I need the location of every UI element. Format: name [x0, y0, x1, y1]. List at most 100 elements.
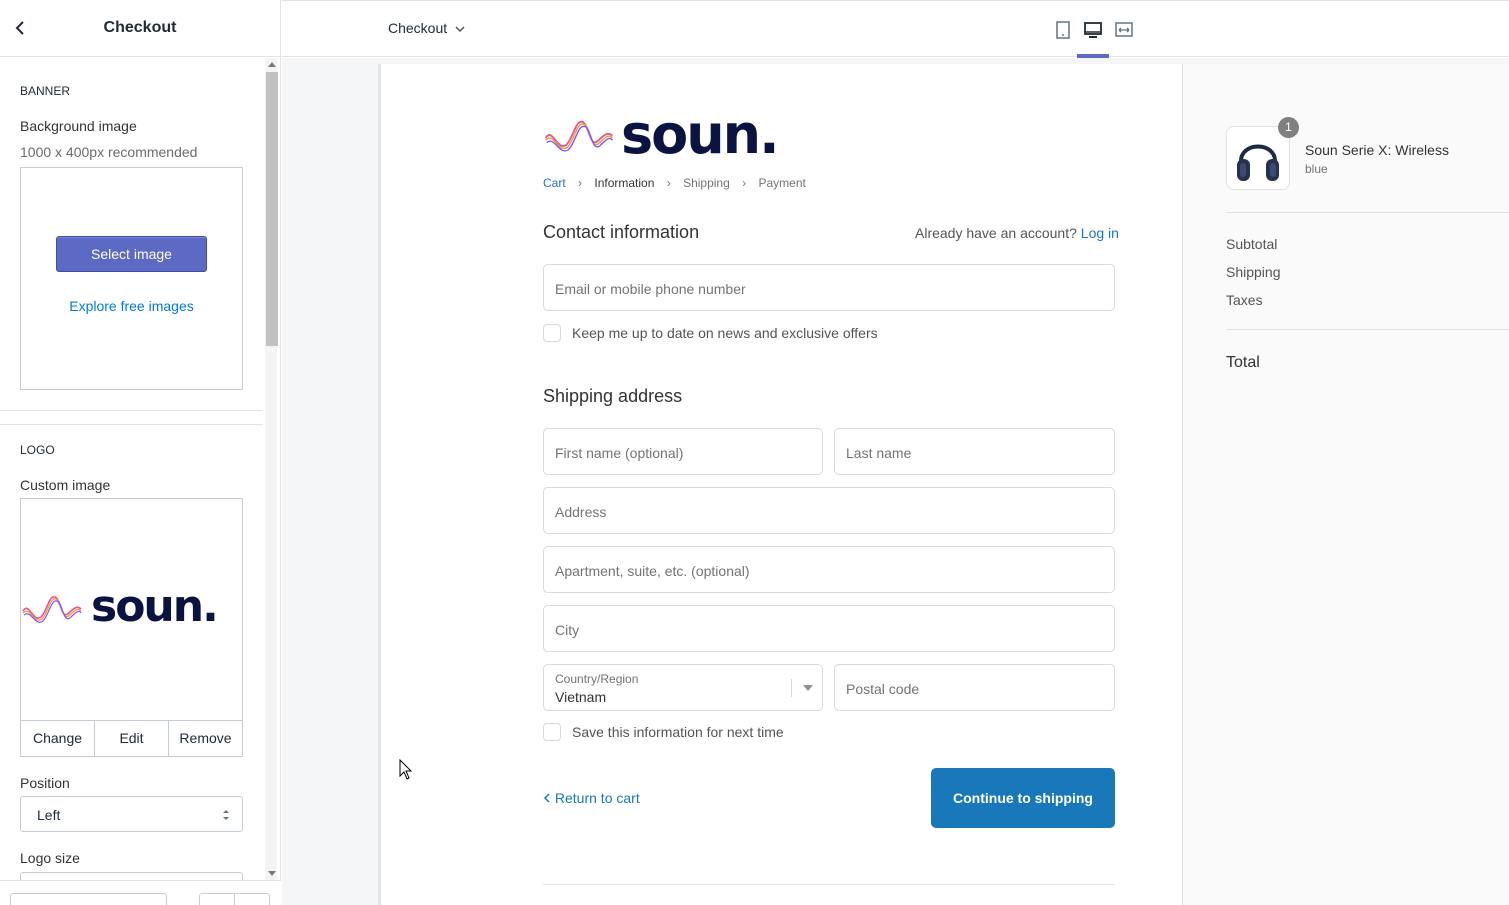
postal-code-field[interactable]: Postal code — [834, 664, 1115, 711]
return-to-cart-link[interactable]: Return to cart — [543, 790, 640, 806]
postal-code-placeholder: Postal code — [846, 681, 920, 697]
sidebar-scrollbar[interactable] — [265, 58, 278, 880]
product-thumbnail — [1226, 126, 1290, 190]
background-image-label: Background image — [20, 118, 137, 134]
sidebar-header: Checkout — [0, 0, 280, 57]
summary-divider — [1226, 329, 1509, 330]
chevron-down-icon — [455, 26, 465, 33]
page-select-dropdown[interactable]: Checkout — [388, 20, 465, 36]
undo-button[interactable] — [199, 893, 235, 905]
login-link[interactable]: Log in — [1081, 225, 1119, 241]
country-label: Country/Region — [555, 672, 639, 686]
section-divider — [0, 424, 263, 425]
logo-wordmark: soun. — [91, 581, 219, 632]
position-select-value: Left — [37, 807, 61, 823]
chevron-left-icon — [543, 793, 550, 803]
shipping-label: Shipping — [1226, 264, 1281, 280]
first-name-field[interactable]: First name (optional) — [543, 428, 823, 475]
chevron-right-icon: › — [742, 176, 747, 190]
subtotal-label: Subtotal — [1226, 236, 1278, 252]
save-info-checkbox[interactable] — [543, 723, 561, 741]
sidebar-footer — [0, 880, 281, 905]
newsletter-checkbox[interactable] — [543, 324, 561, 342]
explore-free-images-link[interactable]: Explore free images — [21, 298, 242, 314]
checkout-preview: soun. Cart › Information › Shipping › Pa… — [282, 58, 1509, 905]
select-separator — [791, 679, 792, 697]
email-field[interactable]: Email or mobile phone number — [543, 264, 1115, 311]
chevron-right-icon: › — [666, 176, 671, 190]
taxes-label: Taxes — [1226, 292, 1263, 308]
mouse-cursor-icon — [399, 759, 413, 780]
summary-divider — [1226, 212, 1509, 213]
first-name-placeholder: First name (optional) — [555, 445, 684, 461]
page-select-label: Checkout — [388, 20, 448, 36]
address-field[interactable]: Address — [543, 487, 1115, 534]
position-label: Position — [20, 775, 70, 791]
soun-logo: soun. — [21, 581, 243, 633]
desktop-view-icon[interactable] — [1082, 19, 1104, 41]
shipping-heading: Shipping address — [543, 386, 683, 406]
scrollbar-thumb[interactable] — [266, 72, 278, 346]
account-prompt: Already have an account? Log in — [915, 225, 1119, 241]
store-logo[interactable]: soun. — [543, 103, 798, 166]
last-name-field[interactable]: Last name — [834, 428, 1115, 475]
background-image-hint: 1000 x 400px recommended — [20, 144, 198, 160]
logo-size-select[interactable] — [20, 872, 243, 880]
breadcrumb-shipping: Shipping — [683, 176, 730, 190]
logo-wordmark: soun. — [621, 103, 780, 166]
product-variant: blue — [1305, 162, 1328, 176]
mobile-view-icon[interactable] — [1052, 19, 1074, 41]
logo-image-preview: soun. Change Edit Remove — [20, 498, 243, 757]
scroll-up-arrow-icon[interactable] — [268, 62, 276, 67]
apartment-placeholder: Apartment, suite, etc. (optional) — [555, 563, 750, 579]
theme-editor-sidebar: Checkout BANNER Background image 1000 x … — [0, 0, 281, 905]
contact-heading: Contact information — [543, 222, 700, 242]
logo-size-label: Logo size — [20, 850, 80, 866]
city-field[interactable]: City — [543, 605, 1115, 652]
return-to-cart-label: Return to cart — [554, 790, 640, 806]
breadcrumb-information: Information — [594, 176, 655, 190]
edit-logo-button[interactable]: Edit — [95, 721, 169, 756]
logo-image-actions: Change Edit Remove — [21, 720, 242, 756]
country-value: Vietnam — [555, 689, 607, 705]
order-summary: 1 Soun Serie X: Wireless blue Subtotal S… — [1182, 64, 1509, 905]
quantity-badge: 1 — [1278, 117, 1299, 138]
banner-section-title: BANNER — [20, 84, 71, 98]
background-image-dropzone: Select image Explore free images — [20, 167, 243, 390]
soun-wave-icon — [544, 120, 613, 152]
chevron-right-icon: › — [578, 176, 583, 190]
address-placeholder: Address — [555, 504, 607, 520]
email-placeholder: Email or mobile phone number — [555, 281, 746, 297]
save-info-label: Save this information for next time — [572, 724, 784, 740]
apartment-field[interactable]: Apartment, suite, etc. (optional) — [543, 546, 1115, 593]
city-placeholder: City — [555, 622, 580, 638]
checkout-main: soun. Cart › Information › Shipping › Pa… — [381, 64, 1182, 905]
newsletter-label: Keep me up to date on news and exclusive… — [572, 325, 878, 341]
breadcrumb-cart[interactable]: Cart — [543, 176, 566, 190]
remove-logo-button[interactable]: Remove — [169, 721, 242, 756]
select-arrows-icon — [223, 810, 229, 820]
soun-wave-icon — [22, 596, 82, 623]
breadcrumb-payment: Payment — [758, 176, 806, 190]
footer-action-button[interactable] — [10, 893, 167, 905]
continue-to-shipping-button[interactable]: Continue to shipping — [931, 768, 1115, 828]
select-image-button[interactable]: Select image — [56, 236, 207, 272]
preview-frame: soun. Cart › Information › Shipping › Pa… — [378, 64, 1509, 905]
last-name-placeholder: Last name — [846, 445, 912, 461]
change-logo-button[interactable]: Change — [21, 721, 95, 756]
country-select[interactable]: Country/Region Vietnam — [543, 664, 823, 711]
headphones-icon — [1237, 144, 1279, 181]
custom-image-label: Custom image — [20, 477, 111, 493]
caret-down-icon — [803, 685, 813, 691]
section-divider — [0, 410, 263, 411]
account-prompt-text: Already have an account? — [915, 225, 1077, 241]
position-select[interactable]: Left — [20, 796, 243, 832]
breadcrumb: Cart › Information › Shipping › Payment — [543, 176, 806, 190]
scroll-down-arrow-icon[interactable] — [268, 871, 276, 876]
logo-section-title: LOGO — [20, 443, 55, 457]
footer-divider — [543, 884, 1115, 885]
total-label: Total — [1226, 354, 1260, 371]
fullwidth-view-icon[interactable] — [1113, 19, 1135, 41]
redo-button[interactable] — [234, 893, 270, 905]
sidebar-title: Checkout — [103, 19, 177, 36]
